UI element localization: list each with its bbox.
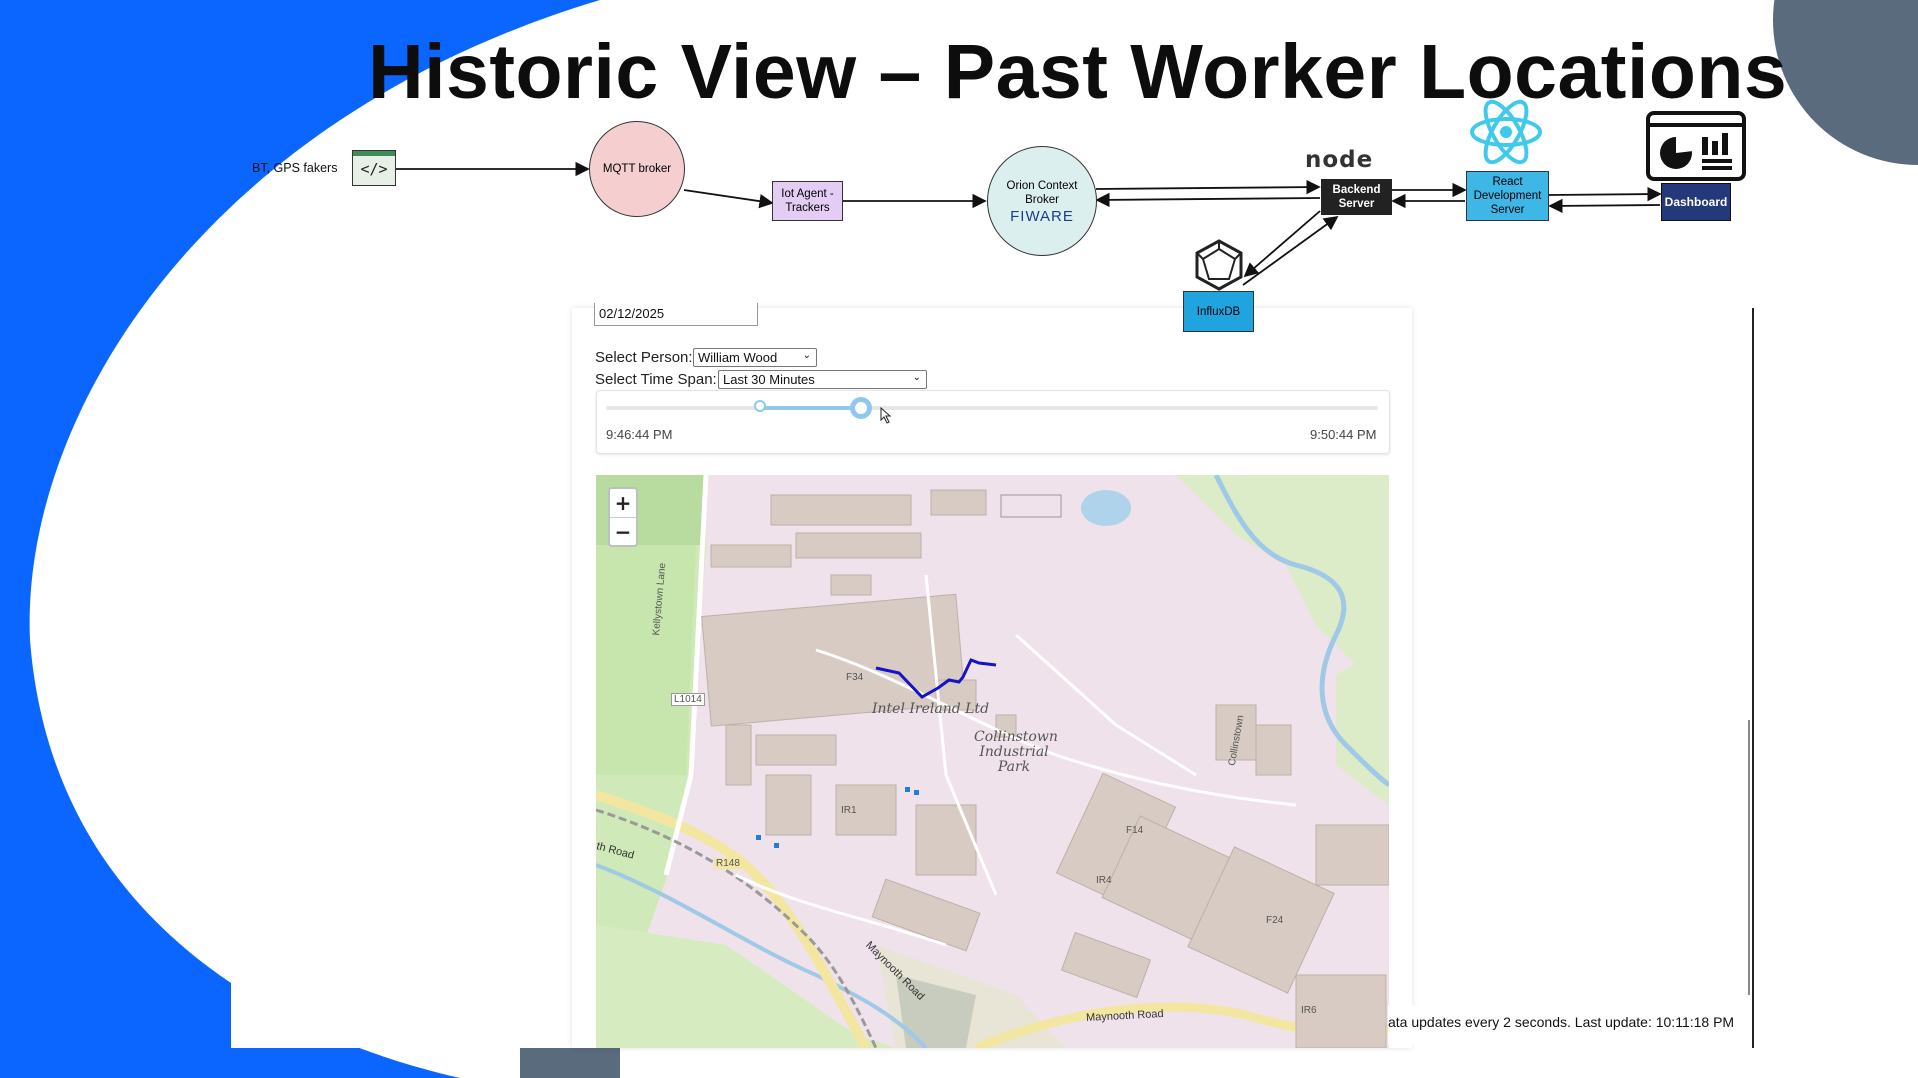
backend-server-node: Backend Server [1321,179,1392,215]
map-label-place: Intel Ireland Ltd [872,701,990,717]
dashboard-node: Dashboard [1661,183,1731,221]
orion-label-2: Broker [1025,193,1059,206]
react-dev-server-node: React Development Server [1466,171,1549,221]
timespan-select[interactable]: Last 30 Minutes ⌄ [718,370,927,389]
react-icon [1470,99,1542,165]
map-view[interactable]: Intel Ireland Ltd Collinstown Industrial… [596,475,1389,1048]
map-label-f14: F14 [1126,825,1144,836]
map-zoom-control: + − [608,487,638,547]
map-label-ir6: IR6 [1301,1005,1317,1016]
map-label-ir1: IR1 [841,805,857,816]
map-label-park: Collinstown Industrial Park [974,729,1058,775]
map-label-f24: F24 [1266,915,1284,926]
iot-agent-node: Iot Agent - Trackers [772,181,843,221]
architecture-arrows [396,161,1662,286]
timespan-label: Select Time Span: [595,371,717,388]
source-label: BT, GPS fakers [252,161,338,175]
code-icon: </> [352,150,396,186]
zoom-in-button[interactable]: + [610,489,636,518]
scrollbar[interactable] [1748,720,1750,995]
map-label-ir4: IR4 [1096,875,1112,886]
slider-end-time: 9:50:44 PM [1310,427,1377,442]
date-value: 02/12/2025 [599,306,665,321]
chevron-down-icon: ⌄ [912,372,921,383]
dashboard-icon [1646,111,1746,181]
status-text: ata updates every 2 seconds. Last update… [1388,1014,1735,1030]
time-range-slider-panel [596,390,1390,454]
zoom-out-button[interactable]: − [610,518,636,546]
slider-end-handle[interactable] [849,397,872,419]
orion-broker-node: Orion Context Broker FIWARE [987,146,1097,256]
person-value: William Wood [698,350,778,365]
slider-track[interactable] [606,406,1378,410]
orion-label-1: Orion Context [1006,179,1078,192]
slider-start-time: 9:46:44 PM [606,427,673,442]
map-label-r148: R148 [714,858,742,869]
influxdb-node: InfluxDB [1183,291,1254,332]
slider-selected-range [760,406,861,410]
mouse-cursor-icon [880,407,892,424]
timespan-value: Last 30 Minutes [723,372,815,387]
date-input[interactable]: 02/12/2025 [594,303,758,326]
map-label-l1014: L1014 [671,693,705,706]
chevron-down-icon: ⌄ [802,350,811,361]
mqtt-broker-node: MQTT broker [589,121,685,217]
nodejs-logo: node [1305,147,1374,173]
person-label: Select Person: [595,349,693,366]
window-edge [1752,308,1754,1048]
influxdb-icon [1195,239,1243,291]
person-select[interactable]: William Wood ⌄ [693,348,817,367]
map-label-f34: F34 [846,672,864,683]
fiware-logo: FIWARE [1010,207,1074,225]
